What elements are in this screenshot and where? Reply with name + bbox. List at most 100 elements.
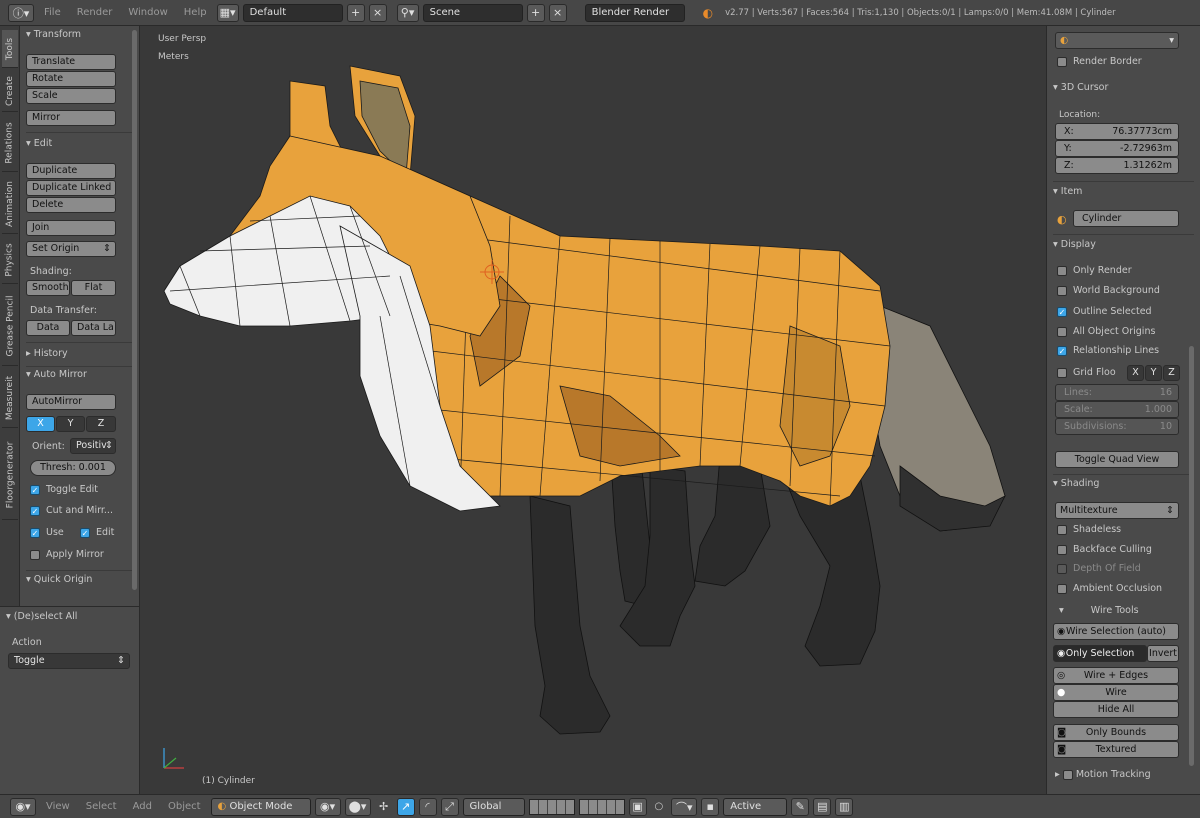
- editor-type-icon[interactable]: ⓘ▾: [8, 3, 34, 22]
- depth-of-field-checkbox[interactable]: [1057, 564, 1067, 574]
- orientation-dropdown[interactable]: Global: [462, 797, 525, 816]
- align-rotation-icon[interactable]: ✎: [791, 797, 810, 816]
- grid-floor-checkbox[interactable]: [1057, 368, 1067, 378]
- rotate-manipulator-icon[interactable]: ◜: [418, 797, 437, 816]
- cursor-y-field[interactable]: Y: -2.72963m: [1055, 140, 1179, 157]
- shading-mode-dropdown[interactable]: Multitexture ⇕: [1055, 502, 1179, 519]
- mirror-button[interactable]: Mirror: [26, 110, 116, 126]
- translate-manipulator-icon[interactable]: ↗: [396, 797, 415, 816]
- motion-tracking-checkbox[interactable]: [1062, 769, 1073, 780]
- add-layout-icon[interactable]: +: [346, 3, 365, 22]
- scale-manipulator-icon[interactable]: ⤢: [440, 797, 459, 816]
- smooth-button[interactable]: Smooth: [26, 280, 70, 296]
- only-bounds-button[interactable]: ◙ Only Bounds: [1053, 724, 1179, 741]
- textured-button[interactable]: ◙ Textured: [1053, 741, 1179, 758]
- outline-selected-checkbox[interactable]: ✓: [1057, 307, 1067, 317]
- backface-culling-checkbox[interactable]: [1057, 545, 1067, 555]
- menu-file[interactable]: File: [38, 7, 67, 18]
- axis-z-toggle[interactable]: Z: [86, 416, 116, 432]
- fox-model[interactable]: [140, 26, 1046, 794]
- grid-subdivisions-field[interactable]: Subdivisions: 10: [1055, 418, 1179, 435]
- tab-floorgenerator[interactable]: Floorgenerator: [2, 430, 18, 520]
- ambient-occlusion-checkbox[interactable]: [1057, 584, 1067, 594]
- menu-object[interactable]: Object: [162, 801, 207, 812]
- set-origin-dropdown[interactable]: Set Origin ⇕: [26, 241, 116, 257]
- grid-y-toggle[interactable]: Y: [1145, 365, 1162, 381]
- editor-type-icon[interactable]: ◉▾: [10, 797, 36, 816]
- layers-grid-left[interactable]: [528, 798, 575, 815]
- menu-window[interactable]: Window: [122, 7, 173, 18]
- world-background-checkbox[interactable]: [1057, 286, 1067, 296]
- only-selection-button[interactable]: ◉ Only Selection: [1053, 645, 1147, 662]
- wire-tools-header[interactable]: ▾ Wire Tools: [1059, 605, 1139, 616]
- toggle-quad-view-button[interactable]: Toggle Quad View: [1055, 451, 1179, 468]
- scale-button[interactable]: Scale: [26, 88, 116, 104]
- mode-dropdown[interactable]: ◐ Object Mode: [210, 797, 311, 816]
- screen-layout-dropdown[interactable]: Default: [242, 3, 343, 22]
- use-checkbox[interactable]: ✓: [30, 528, 40, 538]
- transform-header[interactable]: Transform: [26, 29, 81, 40]
- threshold-field[interactable]: Thresh: 0.001: [30, 460, 116, 476]
- render-engine-dropdown[interactable]: Blender Render: [584, 3, 685, 22]
- edit-header[interactable]: Edit: [26, 138, 52, 149]
- layers-grid-right[interactable]: [578, 798, 625, 815]
- add-scene-icon[interactable]: +: [526, 3, 545, 22]
- menu-help[interactable]: Help: [178, 7, 213, 18]
- invert-button[interactable]: Invert: [1147, 645, 1179, 662]
- tab-measureit[interactable]: Measureit: [2, 368, 18, 428]
- automirror-button[interactable]: AutoMirror: [26, 394, 116, 410]
- snap-target-dropdown[interactable]: Active: [723, 797, 788, 816]
- menu-select[interactable]: Select: [80, 801, 123, 812]
- cursor-x-field[interactable]: X: 76.37773cm: [1055, 123, 1179, 140]
- join-button[interactable]: Join: [26, 220, 116, 236]
- history-header[interactable]: History: [26, 348, 68, 359]
- tool-shelf-scrollbar[interactable]: [132, 30, 137, 590]
- all-object-origins-checkbox[interactable]: [1057, 327, 1067, 337]
- grid-x-toggle[interactable]: X: [1127, 365, 1144, 381]
- shading-header[interactable]: Shading: [1053, 478, 1100, 489]
- quick-origin-header[interactable]: Quick Origin: [26, 574, 93, 585]
- operator-header[interactable]: (De)select All: [6, 611, 78, 622]
- item-header[interactable]: Item: [1053, 186, 1083, 197]
- menu-add[interactable]: Add: [127, 801, 158, 812]
- scene-icon[interactable]: ⚲▾: [396, 3, 419, 22]
- toggle-edit-checkbox[interactable]: ✓: [30, 485, 40, 495]
- rotate-button[interactable]: Rotate: [26, 71, 116, 87]
- render-border-checkbox[interactable]: [1057, 57, 1067, 67]
- automirror-header[interactable]: Auto Mirror: [26, 369, 87, 380]
- render-animation-icon[interactable]: ▥: [835, 797, 854, 816]
- snap-element-icon[interactable]: ▪: [701, 797, 720, 816]
- data-button[interactable]: Data: [26, 320, 70, 336]
- action-dropdown[interactable]: Toggle ⇕: [8, 653, 130, 669]
- tab-grease-pencil[interactable]: Grease Pencil: [2, 286, 18, 366]
- cut-and-mirror-checkbox[interactable]: ✓: [30, 506, 40, 516]
- only-render-checkbox[interactable]: [1057, 266, 1067, 276]
- scene-dropdown[interactable]: Scene: [422, 3, 523, 22]
- pivot-point-icon[interactable]: ⬤▾: [344, 797, 371, 816]
- relationship-lines-checkbox[interactable]: ✓: [1057, 346, 1067, 356]
- snap-icon[interactable]: ⌒▾: [671, 797, 698, 816]
- orient-dropdown[interactable]: Positiv ⇕: [70, 438, 116, 454]
- display-header[interactable]: Display: [1053, 239, 1096, 250]
- wire-selection-auto-button[interactable]: ◉ Wire Selection (auto): [1053, 623, 1179, 640]
- proportional-icon[interactable]: ○: [651, 801, 668, 812]
- remove-layout-icon[interactable]: ×: [368, 3, 387, 22]
- data-layout-button[interactable]: Data La: [71, 320, 116, 336]
- tab-physics[interactable]: Physics: [2, 236, 18, 284]
- remove-scene-icon[interactable]: ×: [548, 3, 567, 22]
- tab-animation[interactable]: Animation: [2, 174, 18, 234]
- edit-checkbox[interactable]: ✓: [80, 528, 90, 538]
- menu-view[interactable]: View: [40, 801, 76, 812]
- screen-layout-icon[interactable]: ▦▾: [216, 3, 239, 22]
- manipulator-icon[interactable]: ✢: [374, 797, 393, 816]
- apply-mirror-checkbox[interactable]: [30, 550, 40, 560]
- object-name-field[interactable]: Cylinder: [1073, 210, 1179, 227]
- grid-scale-field[interactable]: Scale: 1.000: [1055, 401, 1179, 418]
- axis-x-toggle[interactable]: X: [26, 416, 55, 432]
- shadeless-checkbox[interactable]: [1057, 525, 1067, 535]
- properties-scrollbar[interactable]: [1189, 346, 1194, 766]
- hide-all-button[interactable]: Hide All: [1053, 701, 1179, 718]
- grid-z-toggle[interactable]: Z: [1163, 365, 1180, 381]
- wire-button[interactable]: ● Wire: [1053, 684, 1179, 701]
- lock-camera-icon[interactable]: ▣: [628, 797, 647, 816]
